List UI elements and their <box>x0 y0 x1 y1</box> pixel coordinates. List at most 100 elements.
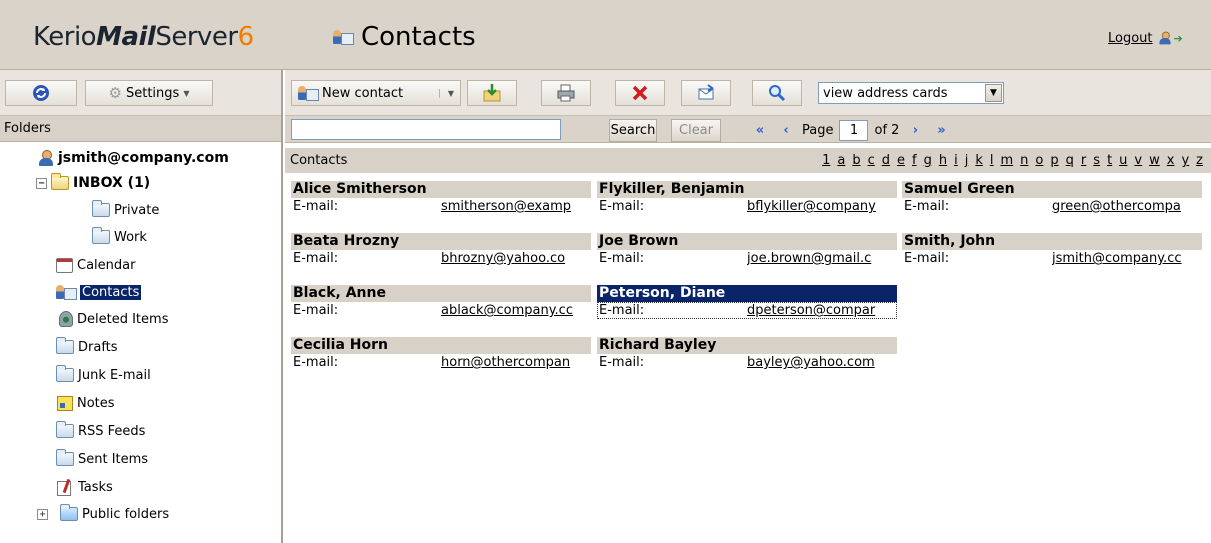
expand-icon[interactable]: + <box>37 508 48 520</box>
folder-sent-items[interactable]: Sent Items <box>56 448 148 470</box>
alphabet-link[interactable]: j <box>965 153 969 168</box>
move-button[interactable] <box>467 80 517 106</box>
previous-page-icon[interactable]: ‹ <box>776 123 796 138</box>
contact-name[interactable]: Cecilia Horn <box>291 337 591 354</box>
logout-link[interactable]: Logout <box>1108 31 1153 46</box>
find-button[interactable] <box>752 80 802 106</box>
alphabet-link[interactable]: i <box>954 153 958 168</box>
refresh-icon[interactable] <box>31 83 51 103</box>
contact-card[interactable]: Alice Smitherson E-mail: smitherson@examp <box>291 181 591 233</box>
email-link[interactable]: green@othercompa <box>1052 198 1200 215</box>
compose-email-button[interactable] <box>681 80 731 106</box>
print-button[interactable] <box>541 80 591 106</box>
email-link[interactable]: joe.brown@gmail.c <box>747 250 895 267</box>
email-link[interactable]: dpeterson@compar <box>747 302 895 319</box>
contact-name[interactable]: Samuel Green <box>902 181 1202 198</box>
account-node[interactable]: jsmith@company.com <box>38 147 229 169</box>
settings-button[interactable]: ⚙ Settings ▼ <box>85 80 213 106</box>
alphabet-link[interactable]: s <box>1093 153 1100 168</box>
alphabet-link[interactable]: g <box>924 153 932 168</box>
folder-junk-email[interactable]: Junk E-mail <box>56 364 151 386</box>
alphabet-link[interactable]: t <box>1107 153 1112 168</box>
alphabet-link[interactable]: a <box>837 153 845 168</box>
folder-drafts[interactable]: Drafts <box>56 336 118 358</box>
alphabet-link[interactable]: e <box>897 153 905 168</box>
view-mode-select[interactable]: view address cards ▼ <box>818 82 1004 104</box>
alphabet-link[interactable]: o <box>1035 153 1043 168</box>
contact-card[interactable]: Peterson, Diane E-mail: dpeterson@compar <box>597 285 897 337</box>
contact-name[interactable]: Alice Smitherson <box>291 181 591 198</box>
contact-name[interactable]: Black, Anne <box>291 285 591 302</box>
contact-name[interactable]: Smith, John <box>902 233 1202 250</box>
email-link[interactable]: bhrozny@yahoo.co <box>441 250 589 267</box>
contact-card[interactable]: Joe Brown E-mail: joe.brown@gmail.c <box>597 233 897 285</box>
alphabet-link[interactable]: h <box>939 153 947 168</box>
last-page-icon[interactable]: » <box>931 123 951 138</box>
alphabet-link[interactable]: q <box>1066 153 1074 168</box>
email-link[interactable]: bayley@yahoo.com <box>747 354 895 371</box>
folder-contacts[interactable]: Contacts <box>56 281 142 303</box>
alphabet-link[interactable]: c <box>868 153 875 168</box>
alphabet-link[interactable]: p <box>1050 153 1058 168</box>
contact-card[interactable]: Richard Bayley E-mail: bayley@yahoo.com <box>597 337 897 389</box>
folder-private[interactable]: Private <box>92 199 159 221</box>
email-link[interactable]: bflykiller@company <box>747 198 895 215</box>
alphabet-link[interactable]: f <box>912 153 917 168</box>
contact-name[interactable]: Flykiller, Benjamin <box>597 181 897 198</box>
chevron-down-icon[interactable]: ▼ <box>438 88 454 98</box>
contact-card[interactable]: Black, Anne E-mail: ablack@company.cc <box>291 285 591 337</box>
contact-card[interactable]: Smith, John E-mail: jsmith@company.cc <box>902 233 1202 285</box>
page-number-input[interactable]: 1 <box>839 119 869 141</box>
search-button[interactable]: Search <box>609 119 657 142</box>
folder-inbox[interactable]: − INBOX (1) <box>36 172 150 194</box>
alphabet-link[interactable]: m <box>1001 153 1014 168</box>
alphabet-link[interactable]: l <box>990 153 994 168</box>
email-link[interactable]: ablack@company.cc <box>441 302 589 319</box>
collapse-icon[interactable]: − <box>36 177 47 189</box>
refresh-button[interactable] <box>5 80 77 106</box>
folder-rss-feeds[interactable]: RSS Feeds <box>56 420 145 442</box>
logout-icon[interactable]: ➔ <box>1157 30 1183 46</box>
contact-name[interactable]: Joe Brown <box>597 233 897 250</box>
alphabet-link[interactable]: n <box>1020 153 1028 168</box>
folder-public-folders[interactable]: + Public folders <box>37 503 169 525</box>
alphabet-link[interactable]: y <box>1181 153 1189 168</box>
alphabet-link[interactable]: b <box>852 153 860 168</box>
email-link[interactable]: jsmith@company.cc <box>1052 250 1200 267</box>
contact-card[interactable]: Samuel Green E-mail: green@othercompa <box>902 181 1202 233</box>
contact-name[interactable]: Richard Bayley <box>597 337 897 354</box>
dropdown-arrow-icon[interactable]: ▼ <box>985 84 1002 102</box>
folder-tasks[interactable]: Tasks <box>56 476 113 498</box>
alphabet-link[interactable]: z <box>1196 153 1203 168</box>
folder-deleted-items[interactable]: Deleted Items <box>59 308 168 330</box>
alphabet-link[interactable]: w <box>1149 153 1160 168</box>
alphabet-link[interactable]: 1 <box>822 153 830 168</box>
alphabet-link[interactable]: r <box>1081 153 1086 168</box>
contact-name[interactable]: Beata Hrozny <box>291 233 591 250</box>
contact-name[interactable]: Peterson, Diane <box>597 285 897 302</box>
folder-calendar[interactable]: Calendar <box>56 254 135 276</box>
contact-card[interactable]: Beata Hrozny E-mail: bhrozny@yahoo.co <box>291 233 591 285</box>
clear-button[interactable]: Clear <box>671 119 721 142</box>
logout-link-container[interactable]: Logout ➔ <box>1108 30 1183 46</box>
alphabet-link[interactable]: v <box>1134 153 1142 168</box>
email-link[interactable]: smitherson@examp <box>441 198 589 215</box>
first-page-icon[interactable]: « <box>750 123 770 138</box>
contacts-icon <box>56 284 77 300</box>
page-label: Page <box>802 122 834 138</box>
alphabet-link[interactable]: d <box>882 153 890 168</box>
alphabet-link[interactable]: x <box>1167 153 1175 168</box>
next-page-icon[interactable]: › <box>905 123 925 138</box>
alphabet-link[interactable]: u <box>1119 153 1127 168</box>
contact-card[interactable]: Flykiller, Benjamin E-mail: bflykiller@com… <box>597 181 897 233</box>
delete-button[interactable] <box>615 80 665 106</box>
search-input[interactable] <box>291 119 561 140</box>
new-contact-button[interactable]: New contact ▼ <box>291 80 461 106</box>
contact-card[interactable]: Cecilia Horn E-mail: horn@othercompan <box>291 337 591 389</box>
folder-work[interactable]: Work <box>92 226 147 248</box>
folder-label: Drafts <box>78 339 118 355</box>
alphabet-link[interactable]: k <box>975 153 983 168</box>
email-link[interactable]: horn@othercompan <box>441 354 589 371</box>
folders-header: Folders <box>0 116 281 142</box>
folder-notes[interactable]: Notes <box>57 392 115 414</box>
